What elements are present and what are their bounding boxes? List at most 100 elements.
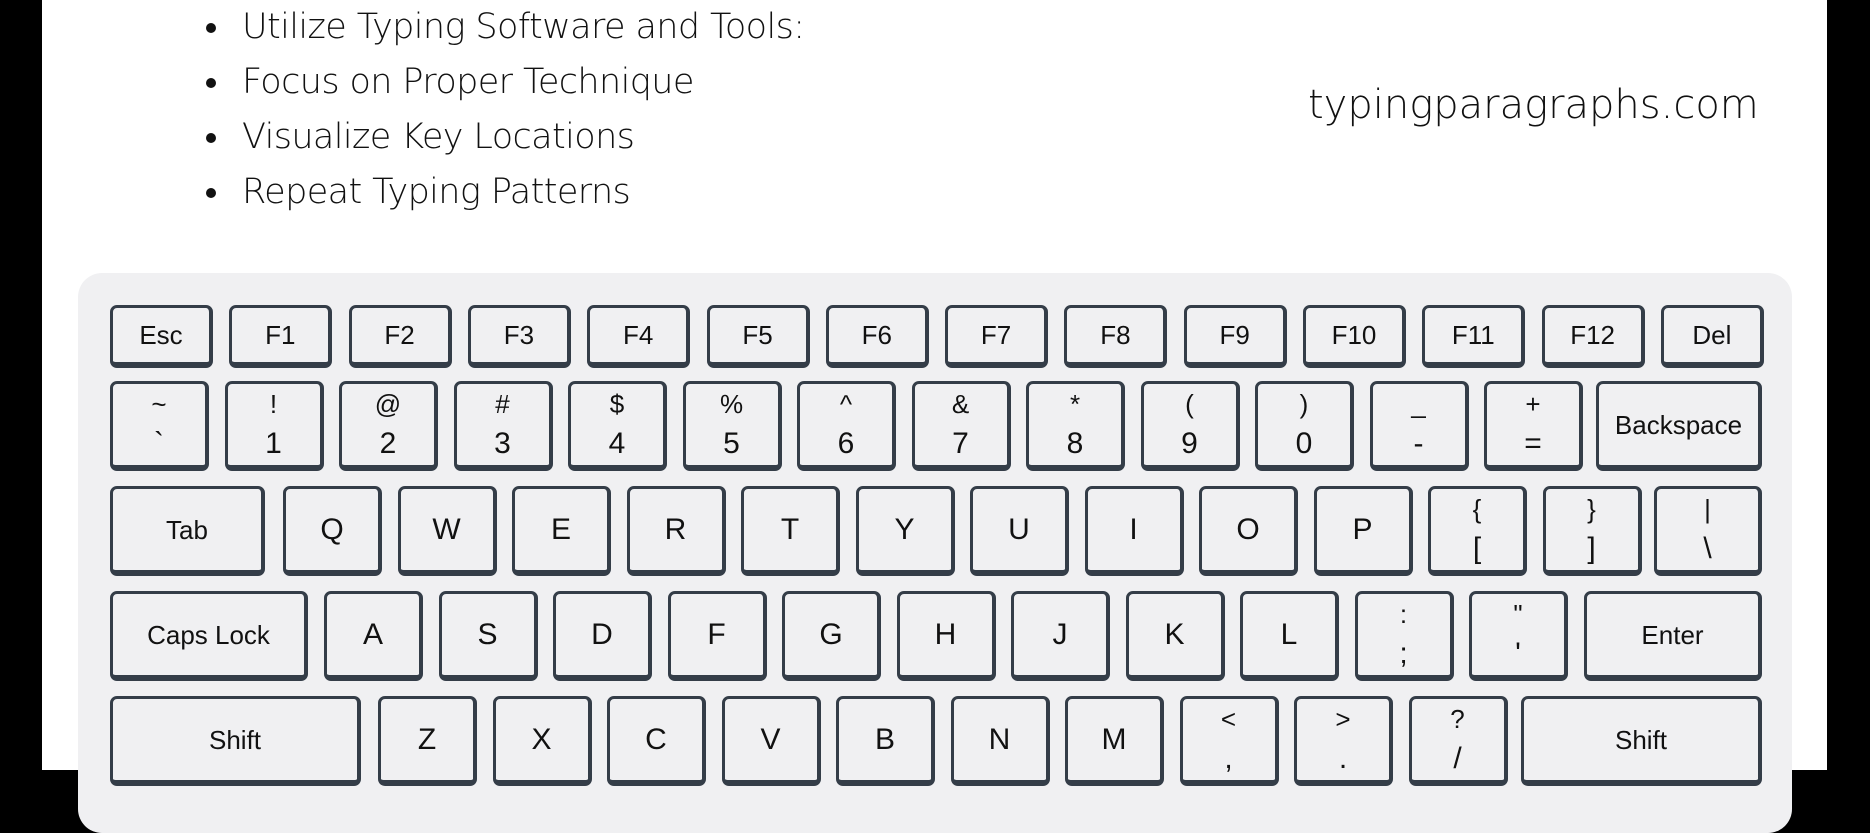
key-label: U [1008,512,1030,546]
key-label: W [432,512,461,546]
key-period: >. [1294,696,1393,786]
key-left-bracket: {[ [1428,486,1527,576]
key-label: F [707,617,726,651]
key-label: S [477,617,498,651]
key-base-label: 0 [1295,426,1313,460]
key-base-label: ' [1515,636,1521,670]
key-shift-label: ^ [839,388,853,419]
key-label: V [760,722,781,756]
bullet-icon [206,188,216,198]
key-label: L [1280,617,1298,651]
key-8: * 8 [1026,381,1125,471]
key-quote: " ' [1469,591,1568,681]
key-shift-label: < [1220,703,1237,734]
key-f4: F4 [587,305,691,368]
key-label: J [1052,617,1068,651]
key-base-label: - [1413,426,1424,460]
key-base-label: . [1338,741,1348,775]
key-f11: F11 [1422,305,1526,368]
key-shift-label: $ [609,388,625,419]
key-f1: F1 [229,305,333,368]
key-r: R [626,486,726,576]
key-n: N [950,696,1050,786]
key-right-bracket: }] [1542,486,1642,576]
key-base-label: \ [1703,531,1712,565]
key-w: W [397,486,497,576]
key-shift-label: _ [1411,388,1426,419]
tip-item: Focus on Proper Technique [199,55,804,110]
key-label: P [1352,512,1373,546]
key-4: $4 [568,381,667,471]
key-7: & 7 [911,381,1011,471]
key-2: @2 [339,381,438,471]
key-shift-label: ! [269,388,278,419]
key-minus: _ - [1369,381,1469,471]
key-label: Z [417,722,437,756]
key-base-label: 9 [1181,426,1198,460]
key-j: J [1011,591,1110,681]
key-u: U [970,486,1069,576]
key-f7: F7 [945,305,1049,368]
key-label: F2 [384,320,415,350]
key-base-label: = [1524,426,1542,460]
key-label: Shift [1614,724,1668,755]
key-esc: Esc [110,305,213,368]
key-label: C [645,722,667,756]
key-shift-label: " [1513,598,1523,629]
key-backtick: ~ ` [110,381,209,471]
key-e: E [512,486,611,576]
key-label: F10 [1331,320,1377,350]
key-tab: Tab [110,486,265,576]
keyboard-diagram: Esc F1 F2 F3 F4 F5 F6 F7 F8 F9 F10 F11 F12 Del ~ `! 1 @2 #… [78,273,1792,833]
key-base-label: ; [1399,636,1408,670]
key-f: F [667,591,767,681]
key-label: F6 [861,320,892,350]
tip-text: Utilize Typing Software and Tools: [242,7,805,47]
key-shift-label: { [1472,493,1482,524]
key-d: D [553,591,652,681]
key-base-label: / [1453,741,1462,775]
key-x: X [492,696,592,786]
tip-item: Visualize Key Locations [199,110,804,165]
key-equals: + = [1484,381,1583,471]
key-label: Q [320,512,344,546]
key-label: Shift [208,724,262,755]
key-label: G [819,617,843,651]
key-label: R [664,512,687,546]
key-label: H [934,617,957,651]
key-label: Caps Lock [147,619,270,650]
key-shift-label: ~ [151,388,167,419]
key-f3: F3 [467,305,571,368]
key-base-label: 5 [723,426,740,460]
key-f9: F9 [1183,305,1287,368]
key-label: Y [894,512,915,546]
key-g: G [782,591,881,681]
key-p: P [1313,486,1413,576]
key-h: H [896,591,996,681]
bullet-icon [206,23,216,33]
key-shift-label: ) [1299,388,1309,419]
key-1: ! 1 [224,381,324,471]
key-label: Tab [166,514,208,545]
key-base-label: [ [1472,531,1482,565]
key-a: A [324,591,423,681]
key-slash: ? / [1408,696,1508,786]
key-shift-label: : [1399,598,1408,629]
key-c: C [607,696,706,786]
key-label: M [1101,722,1127,756]
key-label: B [874,722,895,756]
key-base-label: 4 [608,426,626,460]
key-label: X [531,722,552,756]
key-shift-label: # [495,388,510,419]
key-label: E [550,512,571,546]
tip-text: Focus on Proper Technique [242,62,694,102]
tip-text: Repeat Typing Patterns [242,172,631,212]
key-label: F1 [265,320,296,350]
key-label: D [591,617,613,651]
key-base-label: ] [1587,531,1596,565]
key-label: Del [1692,320,1732,350]
key-v: V [721,696,821,786]
page: Utilize Typing Software and Tools: Focus… [42,0,1827,833]
key-base-label: 2 [379,426,397,460]
key-shift-label: > [1335,703,1351,734]
